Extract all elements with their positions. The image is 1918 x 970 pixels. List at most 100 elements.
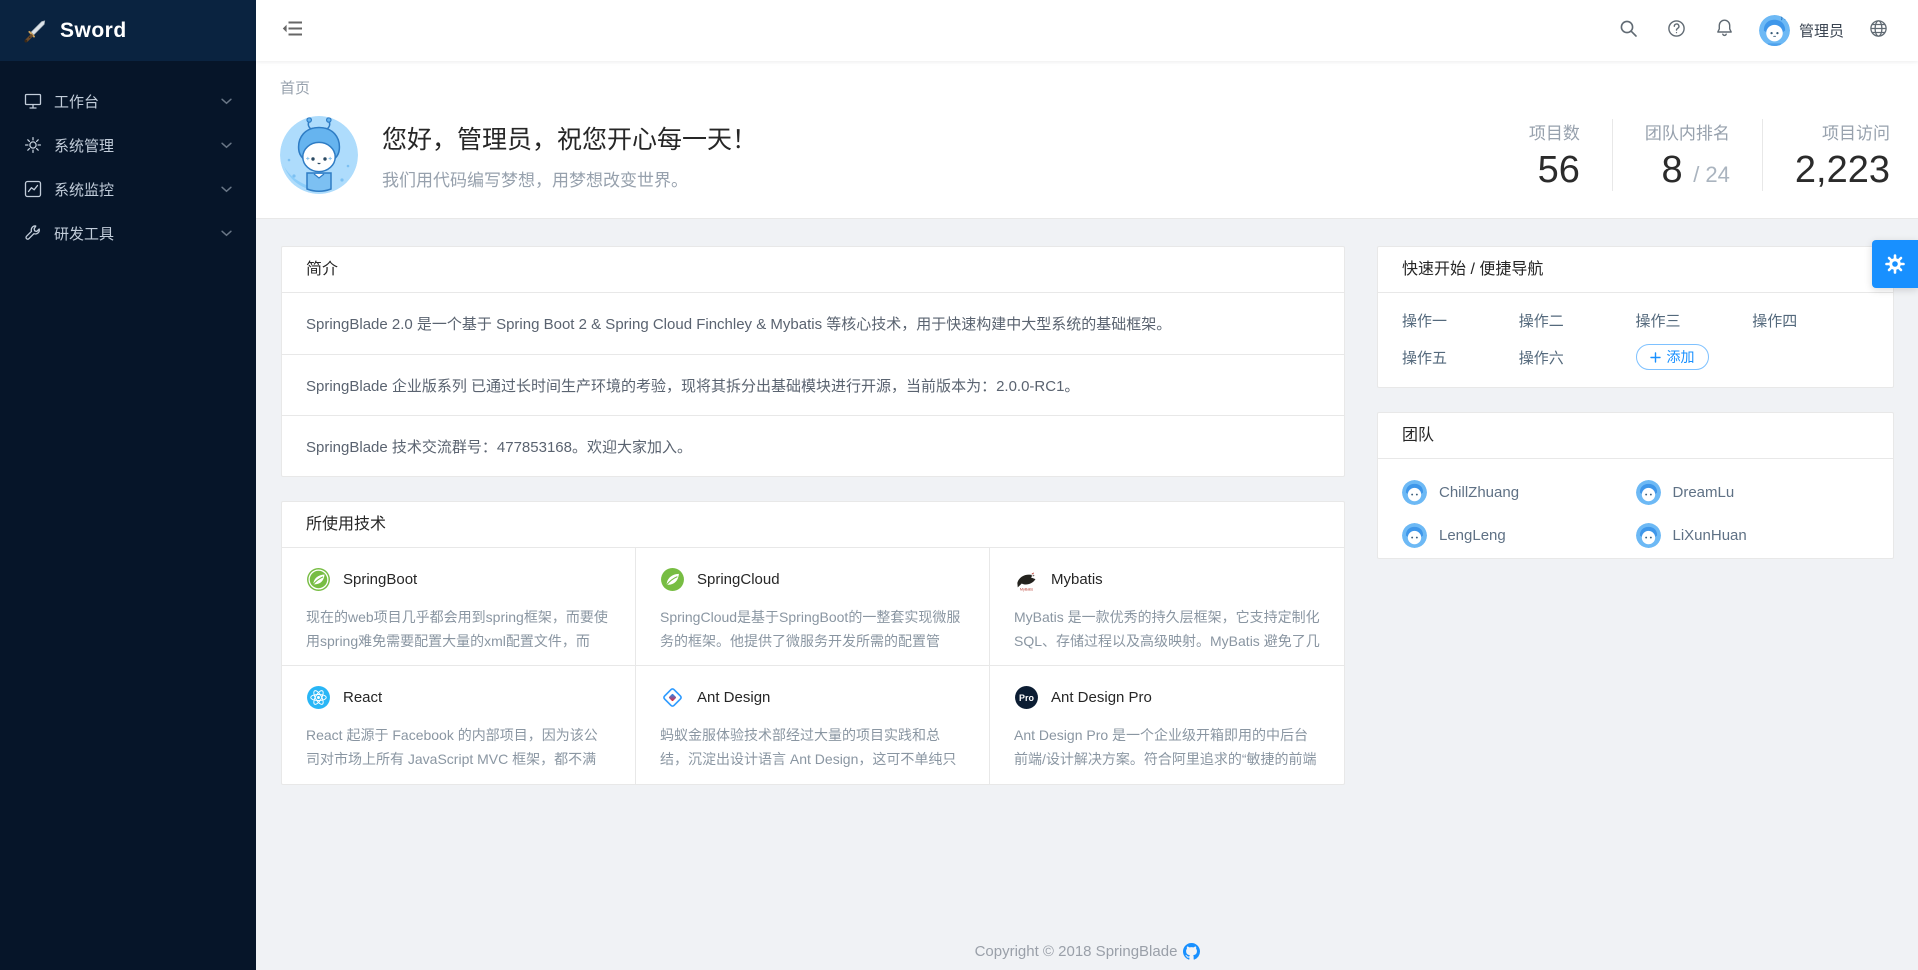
tech-cell-mybatis: MyBatis Mybatis MyBatis 是一款优秀的持久层框架，它支持定… bbox=[990, 548, 1344, 666]
stat-value: 8 / 24 bbox=[1645, 150, 1730, 192]
chevron-down-icon bbox=[221, 142, 232, 149]
sidebar-item-workbench[interactable]: 工作台 bbox=[0, 79, 256, 123]
sidebar-item-system-management[interactable]: 系统管理 bbox=[0, 123, 256, 167]
github-icon[interactable] bbox=[1183, 943, 1200, 960]
quick-link-2[interactable]: 操作二 bbox=[1519, 310, 1636, 331]
settings-gear-icon bbox=[1883, 252, 1907, 276]
mybatis-icon: MyBatis bbox=[1014, 567, 1039, 592]
chevron-down-icon bbox=[221, 98, 232, 105]
quick-start-title: 快速开始 / 便捷导航 bbox=[1378, 247, 1893, 293]
quick-link-6[interactable]: 操作六 bbox=[1519, 347, 1636, 368]
quick-link-3[interactable]: 操作三 bbox=[1636, 310, 1753, 331]
logo[interactable]: Sword bbox=[0, 0, 256, 61]
tech-cell-antdesign: Ant Design 蚂蚁金服体验技术部经过大量的项目实践和总结，沉淀出设计语言… bbox=[636, 666, 990, 784]
member-name: LengLeng bbox=[1439, 527, 1506, 544]
member-avatar bbox=[1636, 523, 1661, 548]
bell-icon bbox=[1715, 18, 1734, 43]
member-name: LiXunHuan bbox=[1673, 527, 1747, 544]
sidebar: Sword 工作台 bbox=[0, 0, 256, 970]
team-card: 团队 bbox=[1377, 412, 1894, 559]
stats: 项目数 56 团队内排名 8 / 24 项目访问 2,223 bbox=[1497, 119, 1894, 192]
svg-text:MyBatis: MyBatis bbox=[1020, 588, 1033, 592]
svg-text:Pro: Pro bbox=[1019, 693, 1034, 703]
app-root: Sword 工作台 bbox=[0, 0, 1918, 970]
team-member[interactable]: LiXunHuan bbox=[1636, 523, 1870, 548]
springcloud-icon bbox=[660, 567, 685, 592]
menu-fold-button[interactable] bbox=[282, 11, 304, 51]
menu-fold-icon bbox=[282, 19, 304, 43]
main-area: 管理员 首页 bbox=[256, 0, 1918, 970]
search-button[interactable] bbox=[1609, 11, 1649, 51]
chevron-down-icon bbox=[221, 186, 232, 193]
sidebar-item-system-monitor[interactable]: 系统监控 bbox=[0, 167, 256, 211]
antdesign-icon bbox=[660, 685, 685, 710]
theme-settings-button[interactable] bbox=[1872, 240, 1918, 288]
tech-cell-antdesignpro: Pro Ant Design Pro Ant Design Pro 是一个企业级… bbox=[990, 666, 1344, 784]
sidebar-item-label: 研发工具 bbox=[54, 223, 221, 244]
tech-cell-springcloud: SpringCloud SpringCloud是基于SpringBoot的一整套… bbox=[636, 548, 990, 666]
tech-desc: 现在的web项目几乎都会用到spring框架，而要使用spring难免需要配置大… bbox=[306, 605, 611, 653]
tech-desc: React 起源于 Facebook 的内部项目，因为该公司对市场上所有 Jav… bbox=[306, 723, 611, 772]
intro-paragraph: SpringBlade 技术交流群号：477853168。欢迎大家加入。 bbox=[282, 415, 1344, 476]
tech-grid: SpringBoot 现在的web项目几乎都会用到spring框架，而要使用sp… bbox=[282, 548, 1344, 784]
quick-start-card: 快速开始 / 便捷导航 操作一 操作二 操作三 操作四 操作五 操作六 bbox=[1377, 246, 1894, 388]
wrench-icon bbox=[24, 224, 42, 242]
tech-desc: 蚂蚁金服体验技术部经过大量的项目实践和总结，沉淀出设计语言 Ant Design… bbox=[660, 723, 965, 772]
intro-paragraph: SpringBlade 企业版系列 已通过长时间生产环境的考验，现将其拆分出基础… bbox=[282, 354, 1344, 415]
content: 简介 SpringBlade 2.0 是一个基于 Spring Boot 2 &… bbox=[256, 219, 1918, 970]
tech-desc: SpringCloud是基于SpringBoot的一整套实现微服务的框架。他提供… bbox=[660, 605, 965, 654]
user-menu[interactable]: 管理员 bbox=[1753, 15, 1850, 46]
tech-desc: Ant Design Pro 是一个企业级开箱即用的中后台前端/设计解决方案。符… bbox=[1014, 723, 1320, 771]
language-button[interactable] bbox=[1858, 11, 1898, 51]
tech-name: SpringBoot bbox=[343, 571, 417, 588]
add-button[interactable]: 添加 bbox=[1636, 344, 1709, 370]
team-member[interactable]: DreamLu bbox=[1636, 480, 1870, 505]
help-button[interactable] bbox=[1657, 11, 1697, 51]
page-header: 首页 bbox=[256, 61, 1918, 219]
tech-cell-react: React React 起源于 Facebook 的内部项目，因为该公司对市场上… bbox=[282, 666, 636, 784]
member-avatar bbox=[1402, 523, 1427, 548]
quick-link-4[interactable]: 操作四 bbox=[1752, 310, 1869, 331]
breadcrumb-home-link[interactable]: 首页 bbox=[280, 80, 310, 97]
topbar-actions: 管理员 bbox=[1609, 11, 1898, 51]
tech-name: Mybatis bbox=[1051, 571, 1103, 588]
stat-label: 团队内排名 bbox=[1645, 119, 1730, 144]
sidebar-menu: 工作台 系统管理 bbox=[0, 61, 256, 255]
team-member[interactable]: LengLeng bbox=[1402, 523, 1636, 548]
username: 管理员 bbox=[1799, 20, 1844, 41]
quick-link-5[interactable]: 操作五 bbox=[1402, 347, 1519, 368]
sidebar-item-dev-tools[interactable]: 研发工具 bbox=[0, 211, 256, 255]
stat-projects: 项目数 56 bbox=[1497, 119, 1612, 192]
plus-icon bbox=[1650, 352, 1661, 363]
member-avatar bbox=[1402, 480, 1427, 505]
breadcrumb: 首页 bbox=[280, 77, 1894, 98]
tech-card-title: 所使用技术 bbox=[282, 502, 1344, 548]
question-circle-icon bbox=[1667, 19, 1686, 43]
welcome-motto: 我们用代码编写梦想，用梦想改变世界。 bbox=[382, 166, 757, 191]
stat-total: / 24 bbox=[1693, 162, 1730, 187]
stat-value: 2,223 bbox=[1795, 150, 1890, 192]
globe-icon bbox=[1869, 19, 1888, 43]
stat-rank: 团队内排名 8 / 24 bbox=[1612, 119, 1762, 192]
monitor-icon bbox=[24, 92, 42, 110]
react-icon bbox=[306, 685, 331, 710]
gear-icon bbox=[24, 136, 42, 154]
intro-card-title: 简介 bbox=[282, 247, 1344, 293]
team-member[interactable]: ChillZhuang bbox=[1402, 480, 1636, 505]
right-column: 快速开始 / 便捷导航 操作一 操作二 操作三 操作四 操作五 操作六 bbox=[1377, 246, 1894, 559]
tech-name: Ant Design Pro bbox=[1051, 689, 1152, 706]
tech-cell-springboot: SpringBoot 现在的web项目几乎都会用到spring框架，而要使用sp… bbox=[282, 548, 636, 666]
tech-desc: MyBatis 是一款优秀的持久层框架，它支持定制化 SQL、存储过程以及高级映… bbox=[1014, 605, 1320, 653]
intro-card: 简介 SpringBlade 2.0 是一个基于 Spring Boot 2 &… bbox=[281, 246, 1345, 477]
stat-visits: 项目访问 2,223 bbox=[1762, 119, 1894, 192]
notifications-button[interactable] bbox=[1705, 11, 1745, 51]
sword-icon bbox=[22, 18, 48, 44]
tech-name: Ant Design bbox=[697, 689, 770, 706]
tech-name: SpringCloud bbox=[697, 571, 780, 588]
quick-link-1[interactable]: 操作一 bbox=[1402, 310, 1519, 331]
chart-icon bbox=[24, 180, 42, 198]
top-bar: 管理员 bbox=[256, 0, 1918, 61]
stat-value: 56 bbox=[1529, 150, 1580, 192]
chevron-down-icon bbox=[221, 230, 232, 237]
team-card-title: 团队 bbox=[1378, 413, 1893, 459]
